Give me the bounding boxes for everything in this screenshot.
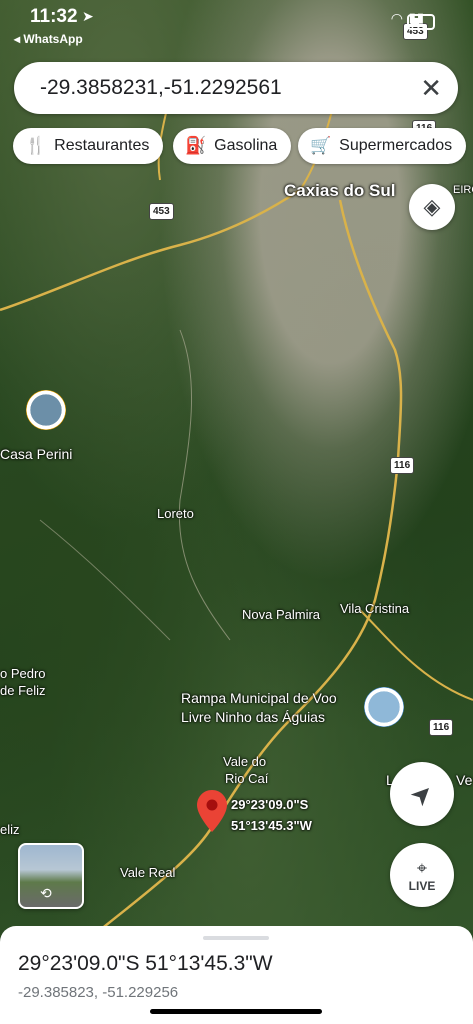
search-bar[interactable]: -29.3858231,-51.2292561 ✕ [14,62,458,114]
location-services-icon: ➤ [82,8,94,24]
poi-photo-marker[interactable] [364,687,404,727]
clock: 11:32 [30,6,78,27]
place-label-loreto[interactable]: Loreto [157,506,194,521]
road-shield: 116 [429,719,454,736]
live-view-icon: ⌖ [416,857,428,878]
gas-station-icon: ⛽ [185,136,207,155]
place-label-casa-perini[interactable]: Casa Perini [0,446,72,462]
my-location-button[interactable]: ➤ [390,762,454,826]
street-view-icon: ⟲ [40,885,52,901]
pin-label-lng: 51°13'45.3"W [231,818,312,833]
street-view-thumbnail[interactable]: ⟲ [18,843,84,909]
partial-place-label: EIRO [453,184,473,196]
live-label: LIVE [408,878,436,893]
search-input[interactable]: -29.3858231,-51.2292561 [40,76,282,100]
home-indicator[interactable] [150,1009,322,1014]
status-bar: 11:32 ➤ ◂ WhatsApp ◠ ▮▮ [0,0,473,52]
place-label-rio-cai[interactable]: Rio Caí [225,771,268,786]
close-icon[interactable]: ✕ [420,73,442,104]
place-label-rampa-line2[interactable]: Livre Ninho das Águias [181,709,325,725]
chip-restaurants[interactable]: 🍴 Restaurantes [13,128,164,164]
back-to-app-link[interactable]: ◂ WhatsApp [14,32,83,46]
navigation-arrow-icon: ➤ [403,775,440,812]
pin-label-lat: 29°23'09.0"S [231,797,309,812]
place-label-partial: Ve [456,772,473,788]
chip-supermarkets[interactable]: 🛒 Supermercados [298,128,467,164]
road-shield: 116 [390,457,415,474]
place-label-rampa[interactable]: Rampa Municipal de Voo [181,690,337,706]
chip-gas[interactable]: ⛽ Gasolina [173,128,292,164]
place-label-feliz[interactable]: eliz [0,822,20,837]
restaurant-icon: 🍴 [25,136,47,155]
chip-label: Gasolina [214,137,278,154]
layers-button[interactable]: ◈ [409,184,455,230]
place-label-sao-pedro[interactable]: o Pedro [0,666,46,681]
place-label-sao-pedro-line2[interactable]: de Feliz [0,683,46,698]
place-label-vale-do[interactable]: Vale do [223,754,266,769]
coordinates-decimal: -29.385823, -51.229256 [18,984,179,1001]
coordinates-title: 29°23'09.0"S 51°13'45.3"W [18,952,273,975]
drag-handle[interactable] [203,936,269,940]
chip-label: Restaurantes [54,137,150,154]
poi-photo-marker[interactable] [26,390,66,430]
city-label[interactable]: Caxias do Sul [284,181,395,201]
cart-icon: 🛒 [310,136,332,155]
battery-icon [407,14,435,30]
location-pin-icon[interactable] [197,790,227,832]
wifi-icon: ◠ [390,10,403,26]
place-label-vale-real[interactable]: Vale Real [120,865,175,880]
road-shield: 453 [149,203,174,220]
chip-label: Supermercados [339,137,453,154]
place-label-vila-cristina[interactable]: Vila Cristina [340,601,409,616]
live-view-button[interactable]: ⌖ LIVE [390,843,454,907]
layers-icon: ◈ [423,194,441,219]
place-label-nova-palmira[interactable]: Nova Palmira [242,607,320,622]
